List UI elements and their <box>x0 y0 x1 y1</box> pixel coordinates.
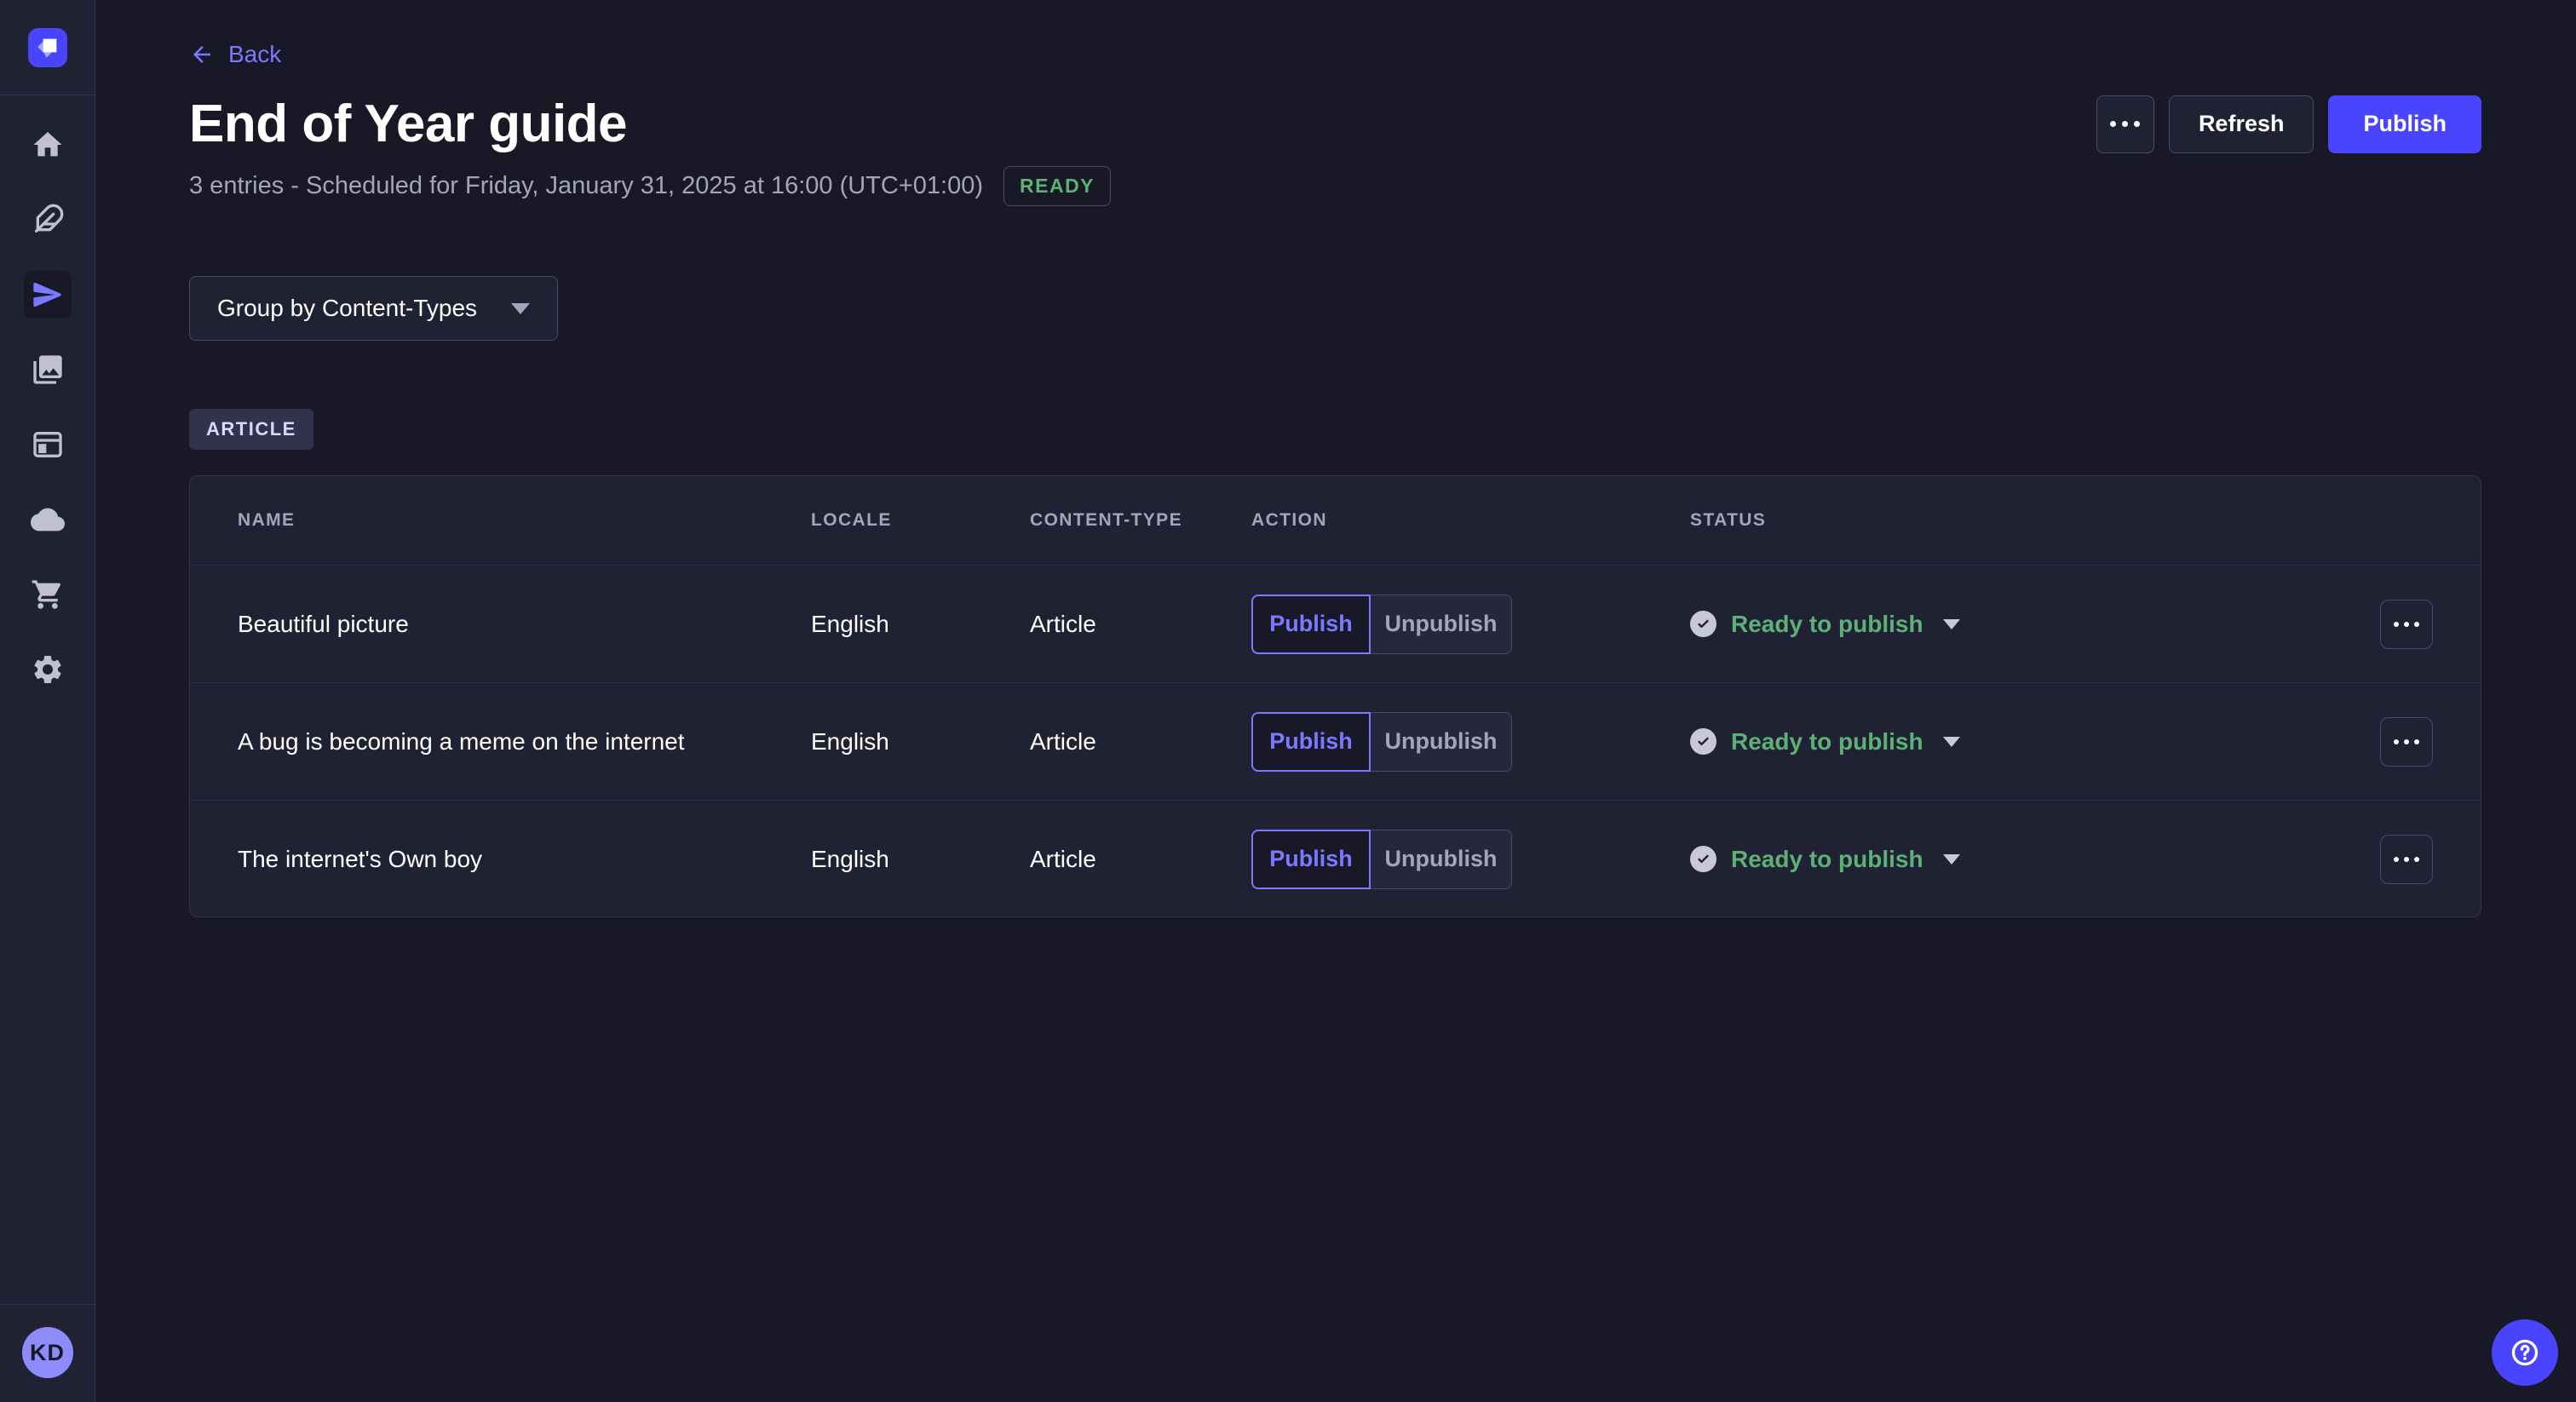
refresh-button[interactable]: Refresh <box>2169 95 2314 153</box>
row-unpublish-button[interactable]: Unpublish <box>1371 830 1512 889</box>
group-by-dropdown[interactable]: Group by Content-Types <box>189 276 558 341</box>
status-dropdown[interactable]: Ready to publish <box>1690 611 2355 638</box>
status-badge: READY <box>1003 166 1111 206</box>
column-header-content-type: CONTENT-TYPE <box>1030 510 1251 531</box>
cart-icon <box>31 577 65 612</box>
entry-content-type: Article <box>1030 846 1251 873</box>
back-arrow-icon <box>189 42 215 67</box>
column-header-locale: LOCALE <box>811 510 1030 531</box>
action-toggle: Publish Unpublish <box>1251 595 1690 654</box>
chevron-down-icon <box>1943 854 1960 865</box>
header-more-button[interactable] <box>2096 95 2154 153</box>
row-publish-button[interactable]: Publish <box>1251 712 1371 772</box>
entry-content-type: Article <box>1030 611 1251 638</box>
entry-locale: English <box>811 846 1030 873</box>
chevron-down-icon <box>1943 619 1960 629</box>
paper-plane-icon <box>31 278 65 312</box>
avatar[interactable]: KD <box>22 1327 73 1378</box>
row-more-button[interactable] <box>2380 835 2433 884</box>
home-icon <box>31 128 65 162</box>
entries-table: NAME LOCALE CONTENT-TYPE ACTION STATUS B… <box>189 475 2481 917</box>
more-icon <box>2110 121 2116 127</box>
images-icon <box>31 353 65 387</box>
release-subtitle: 3 entries - Scheduled for Friday, Januar… <box>189 172 983 200</box>
back-label: Back <box>228 41 281 68</box>
chevron-down-icon <box>511 303 530 314</box>
entry-name: The internet's Own boy <box>238 846 811 873</box>
cloud-icon <box>31 503 65 537</box>
entry-locale: English <box>811 611 1030 638</box>
more-icon <box>2394 857 2399 862</box>
avatar-area: KD <box>0 1304 95 1402</box>
row-unpublish-button[interactable]: Unpublish <box>1371 712 1512 772</box>
row-more-button[interactable] <box>2380 717 2433 767</box>
column-header-status: STATUS <box>1690 510 2355 531</box>
sidebar-nav <box>24 121 72 693</box>
entry-name: A bug is becoming a meme on the internet <box>238 728 811 756</box>
sidebar-item-content-type-builder[interactable] <box>24 421 72 468</box>
sidebar-item-content-manager[interactable] <box>24 196 72 244</box>
row-unpublish-button[interactable]: Unpublish <box>1371 595 1512 654</box>
action-toggle: Publish Unpublish <box>1251 830 1690 889</box>
feather-icon <box>31 203 65 237</box>
table-row: Beautiful picture English Article Publis… <box>190 565 2481 682</box>
chevron-down-icon <box>1943 737 1960 747</box>
group-tag-article: ARTICLE <box>189 409 313 450</box>
row-publish-button[interactable]: Publish <box>1251 830 1371 889</box>
table-row: A bug is becoming a meme on the internet… <box>190 682 2481 800</box>
entry-locale: English <box>811 728 1030 756</box>
help-button[interactable] <box>2492 1319 2558 1386</box>
sidebar-item-settings[interactable] <box>24 646 72 693</box>
layout-icon <box>31 428 65 462</box>
status-label: Ready to publish <box>1731 728 1923 756</box>
sidebar-item-media-library[interactable] <box>24 346 72 394</box>
status-label: Ready to publish <box>1731 611 1923 638</box>
check-circle-icon <box>1690 728 1716 755</box>
gear-icon <box>31 652 65 687</box>
status-label: Ready to publish <box>1731 846 1923 873</box>
publish-button[interactable]: Publish <box>2328 95 2481 153</box>
logo-area <box>0 0 95 95</box>
sidebar-item-releases[interactable] <box>24 271 72 319</box>
back-link[interactable]: Back <box>189 41 281 68</box>
main-content: Back End of Year guide Refresh Publish 3… <box>95 0 2576 1402</box>
sidebar-item-marketplace[interactable] <box>24 571 72 618</box>
sidebar: KD <box>0 0 95 1402</box>
column-header-name: NAME <box>238 510 811 531</box>
check-circle-icon <box>1690 611 1716 637</box>
column-header-action: ACTION <box>1251 510 1690 531</box>
more-icon <box>2394 622 2399 627</box>
table-header-row: NAME LOCALE CONTENT-TYPE ACTION STATUS <box>190 476 2481 565</box>
row-more-button[interactable] <box>2380 600 2433 649</box>
strapi-logo-icon[interactable] <box>28 28 67 67</box>
more-icon <box>2394 739 2399 744</box>
status-dropdown[interactable]: Ready to publish <box>1690 728 2355 756</box>
status-dropdown[interactable]: Ready to publish <box>1690 846 2355 873</box>
row-publish-button[interactable]: Publish <box>1251 595 1371 654</box>
entry-content-type: Article <box>1030 728 1251 756</box>
page-title: End of Year guide <box>189 94 627 154</box>
action-toggle: Publish Unpublish <box>1251 712 1690 772</box>
question-mark-icon <box>2510 1337 2540 1368</box>
check-circle-icon <box>1690 846 1716 872</box>
sidebar-item-home[interactable] <box>24 121 72 169</box>
entry-name: Beautiful picture <box>238 611 811 638</box>
sidebar-item-deploy[interactable] <box>24 496 72 543</box>
table-row: The internet's Own boy English Article P… <box>190 800 2481 917</box>
group-by-label: Group by Content-Types <box>217 295 477 322</box>
